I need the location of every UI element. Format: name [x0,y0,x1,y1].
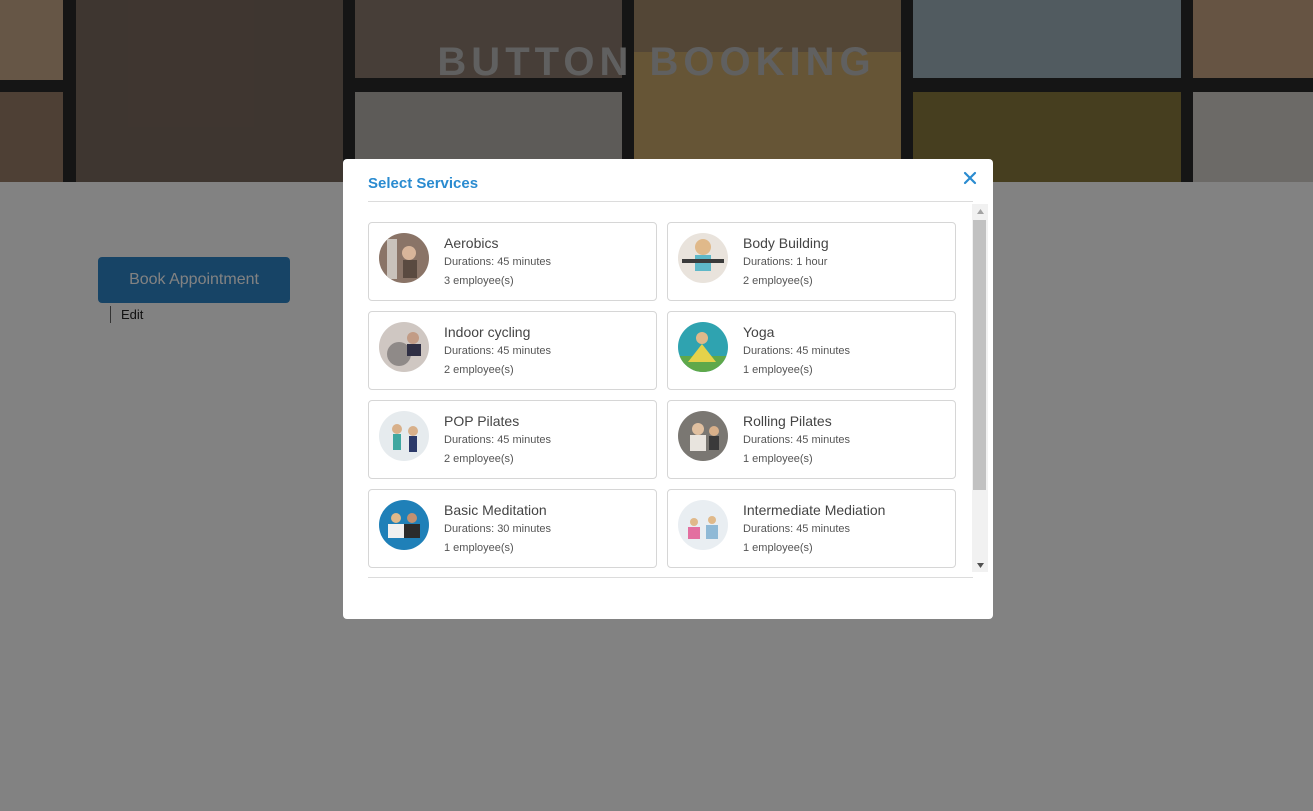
service-name: Basic Meditation [444,502,547,518]
service-employees: 1 employee(s) [743,542,813,554]
service-name: Rolling Pilates [743,413,832,429]
service-duration: Durations: 45 minutes [743,434,850,446]
service-avatar [678,411,728,461]
service-card-pop-pilates[interactable]: POP Pilates Durations: 45 minutes 2 empl… [368,400,657,479]
service-duration: Durations: 45 minutes [444,345,551,357]
service-duration: Durations: 1 hour [743,256,828,268]
service-duration: Durations: 45 minutes [743,523,850,535]
service-name: Intermediate Mediation [743,502,886,518]
close-button[interactable] [960,168,980,188]
service-employees: 2 employee(s) [743,275,813,287]
service-name: Indoor cycling [444,324,531,340]
service-avatar [678,500,728,550]
caret-down-icon [976,562,984,568]
service-employees: 2 employee(s) [444,453,514,465]
service-name: POP Pilates [444,413,520,429]
service-employees: 3 employee(s) [444,275,514,287]
service-duration: Durations: 30 minutes [444,523,551,535]
service-name: Body Building [743,235,829,251]
scroll-down-arrow[interactable] [972,558,988,572]
service-avatar [678,233,728,283]
caret-up-icon [976,208,984,214]
service-card-intermediate-mediation[interactable]: Intermediate Mediation Durations: 45 min… [667,489,956,568]
scroll-up-arrow[interactable] [972,204,988,218]
service-avatar [379,411,429,461]
close-icon [963,171,977,185]
service-avatar [379,233,429,283]
service-card-yoga[interactable]: Yoga Durations: 45 minutes 1 employee(s) [667,311,956,390]
service-card-aerobics[interactable]: Aerobics Durations: 45 minutes 3 employe… [368,222,657,301]
service-employees: 1 employee(s) [444,542,514,554]
scrollbar-thumb[interactable] [973,220,986,490]
service-card-body-building[interactable]: Body Building Durations: 1 hour 2 employ… [667,222,956,301]
service-card-basic-meditation[interactable]: Basic Meditation Durations: 30 minutes 1… [368,489,657,568]
service-name: Yoga [743,324,775,340]
service-employees: 1 employee(s) [743,453,813,465]
service-duration: Durations: 45 minutes [444,256,551,268]
service-duration: Durations: 45 minutes [743,345,850,357]
footer-divider [368,577,973,578]
modal-title: Select Services [368,175,479,192]
service-employees: 1 employee(s) [743,364,813,376]
service-card-rolling-pilates[interactable]: Rolling Pilates Durations: 45 minutes 1 … [667,400,956,479]
service-avatar [379,322,429,372]
select-services-modal: Select Services Aerobics Durations: 45 m… [343,159,993,619]
service-duration: Durations: 45 minutes [444,434,551,446]
service-employees: 2 employee(s) [444,364,514,376]
services-scrollbar[interactable] [972,204,988,572]
service-avatar [379,500,429,550]
service-name: Aerobics [444,235,499,251]
service-avatar [678,322,728,372]
service-card-indoor-cycling[interactable]: Indoor cycling Durations: 45 minutes 2 e… [368,311,657,390]
header-divider [368,201,973,202]
